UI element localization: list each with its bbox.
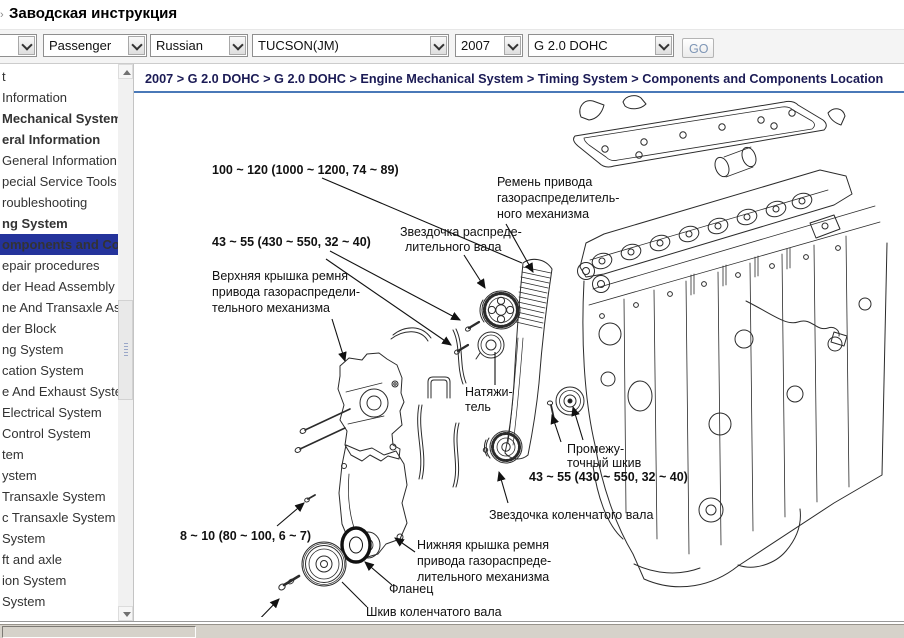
title-bar: › Заводская инструкция	[0, 0, 904, 29]
sidebar-item[interactable]: tem	[0, 444, 118, 465]
tensioner-label: Натяжи-	[465, 385, 513, 399]
sidebar-item[interactable]: System	[0, 528, 118, 549]
crank-sprocket-label: Звездочка коленчатого вала	[489, 508, 653, 522]
sidebar-item[interactable]: cation System	[0, 360, 118, 381]
diagram-labels: 100 ~ 120 (1000 ~ 1200, 74 ~ 89) Ремень …	[180, 163, 688, 617]
upper-cover-label: привода газораспредели-	[212, 285, 360, 299]
language-select[interactable]: Russian	[150, 34, 248, 57]
sidebar-item[interactable]: ng System	[0, 339, 118, 360]
sidebar-item[interactable]: der Block	[0, 318, 118, 339]
sidebar-item[interactable]: Transaxle System	[0, 486, 118, 507]
sidebar-item[interactable]: Control System	[0, 423, 118, 444]
upper-timing-cover-drawing	[294, 353, 404, 461]
sidebar-item[interactable]: c Transaxle System	[0, 507, 118, 528]
chevron-down-icon[interactable]	[128, 36, 145, 55]
sidebar-item[interactable]: Information	[0, 87, 118, 108]
belt-label: газораспределитель-	[497, 191, 619, 205]
model-select[interactable]: TUCSON(JM)	[252, 34, 449, 57]
timing-system-diagram: 100 ~ 120 (1000 ~ 1200, 74 ~ 89) Ремень …	[134, 93, 898, 617]
sidebar-item[interactable]: ft and axle	[0, 549, 118, 570]
torque-idler-label: 43 ~ 55 (430 ~ 550, 32 ~ 40)	[529, 470, 688, 484]
sidebar-item[interactable]: System	[0, 591, 118, 612]
idler-pulley-drawing	[547, 387, 584, 419]
crank-pulley-drawing	[302, 542, 346, 586]
sidebar-item[interactable]: e And Exhaust Syste	[0, 381, 118, 402]
breadcrumb-arrow-icon: ›	[0, 9, 4, 21]
torque-tensioner-label: 43 ~ 55 (430 ~ 550, 32 ~ 40)	[212, 235, 371, 249]
sidebar-item[interactable]: epair procedures	[0, 255, 118, 276]
status-bar	[0, 624, 904, 638]
chevron-down-icon[interactable]	[430, 36, 447, 55]
year-select[interactable]: 2007	[455, 34, 523, 57]
camshaft-sprocket-drawing	[480, 291, 520, 329]
scroll-up-icon	[123, 70, 131, 75]
sidebar-item[interactable]: roubleshooting	[0, 192, 118, 213]
crank-pulley-bolt-drawing	[278, 576, 299, 591]
sidebar-item[interactable]: ng System	[0, 213, 118, 234]
crank-bolt-small-drawing	[304, 495, 315, 503]
upper-cover-label: Верхняя крышка ремня	[212, 269, 348, 283]
breadcrumb: 2007 > G 2.0 DOHC > G 2.0 DOHC > Engine …	[145, 72, 904, 86]
navigation-sidebar: t Information Mechanical System eral Inf…	[0, 64, 118, 621]
lower-cover-label: привода газораспреде-	[417, 554, 551, 568]
chevron-down-icon[interactable]	[504, 36, 521, 55]
engine-select[interactable]: G 2.0 DOHC	[528, 34, 674, 57]
belt-label: Ремень привода	[497, 175, 592, 189]
sidebar-item[interactable]: ion System	[0, 570, 118, 591]
scrollbar-thumb[interactable]	[118, 300, 133, 400]
go-button[interactable]: GO	[682, 38, 714, 58]
crankshaft-sprocket-drawing	[483, 431, 522, 463]
chevron-down-icon[interactable]	[229, 36, 246, 55]
content-area: t Information Mechanical System eral Inf…	[0, 64, 904, 622]
sidebar-item[interactable]: pecial Service Tools	[0, 171, 118, 192]
lower-cover-label: лительного механизма	[417, 570, 549, 584]
sidebar-item[interactable]: ystem	[0, 465, 118, 486]
sidebar-item[interactable]: ne And Transaxle As	[0, 297, 118, 318]
nav-tree: t Information Mechanical System eral Inf…	[0, 66, 118, 612]
flange-drawing	[342, 528, 370, 562]
main-panel: 2007 > G 2.0 DOHC > G 2.0 DOHC > Engine …	[133, 64, 904, 621]
region-select[interactable]	[0, 34, 37, 57]
flange-label: Фланец	[389, 582, 433, 596]
sidebar-item[interactable]: t	[0, 66, 118, 87]
scroll-up-button[interactable]	[118, 64, 133, 79]
sidebar-item[interactable]: der Head Assembly	[0, 276, 118, 297]
chevron-down-icon[interactable]	[655, 36, 672, 55]
timing-belt-drawing	[505, 259, 552, 459]
scroll-down-icon	[123, 612, 131, 617]
valve-cover-gasket-drawing	[574, 96, 845, 167]
cam-sprocket-label: лительного вала	[405, 240, 502, 254]
torque-crank-bolt-label: 8 ~ 10 (80 ~ 100, 6 ~ 7)	[180, 529, 311, 543]
idler-label: точный шкив	[567, 456, 642, 470]
tensioner-label: тель	[465, 400, 491, 414]
upper-cover-label: тельного механизма	[212, 301, 330, 315]
idler-label: Промежу-	[567, 442, 624, 456]
crank-pulley-label: Шкив коленчатого вала	[366, 605, 502, 617]
page-title: Заводская инструкция	[9, 5, 177, 22]
torque-cam-label: 100 ~ 120 (1000 ~ 1200, 74 ~ 89)	[212, 163, 399, 177]
sidebar-item-selected[interactable]: omponents and Co	[0, 234, 118, 255]
toolbar: Passenger Russian TUCSON(JM) 2007 G 2.0 …	[0, 29, 904, 64]
scroll-down-button[interactable]	[118, 606, 133, 621]
lower-cover-label: Нижняя крышка ремня	[417, 538, 549, 552]
sidebar-item[interactable]: Electrical System	[0, 402, 118, 423]
sidebar-item[interactable]: Mechanical System	[0, 108, 118, 129]
cam-sprocket-label: Звездочка распреде-	[400, 225, 522, 239]
sidebar-item[interactable]: General Information	[0, 150, 118, 171]
app-window: › Заводская инструкция Passenger Russian…	[0, 0, 904, 638]
belt-label: ного механизма	[497, 207, 589, 221]
tensioner-drawing	[476, 332, 504, 359]
status-bar-panel	[2, 626, 196, 638]
vehicle-type-select[interactable]: Passenger	[43, 34, 147, 57]
chevron-down-icon[interactable]	[18, 36, 35, 55]
sidebar-scrollbar[interactable]	[118, 64, 133, 621]
sidebar-item[interactable]: eral Information	[0, 129, 118, 150]
